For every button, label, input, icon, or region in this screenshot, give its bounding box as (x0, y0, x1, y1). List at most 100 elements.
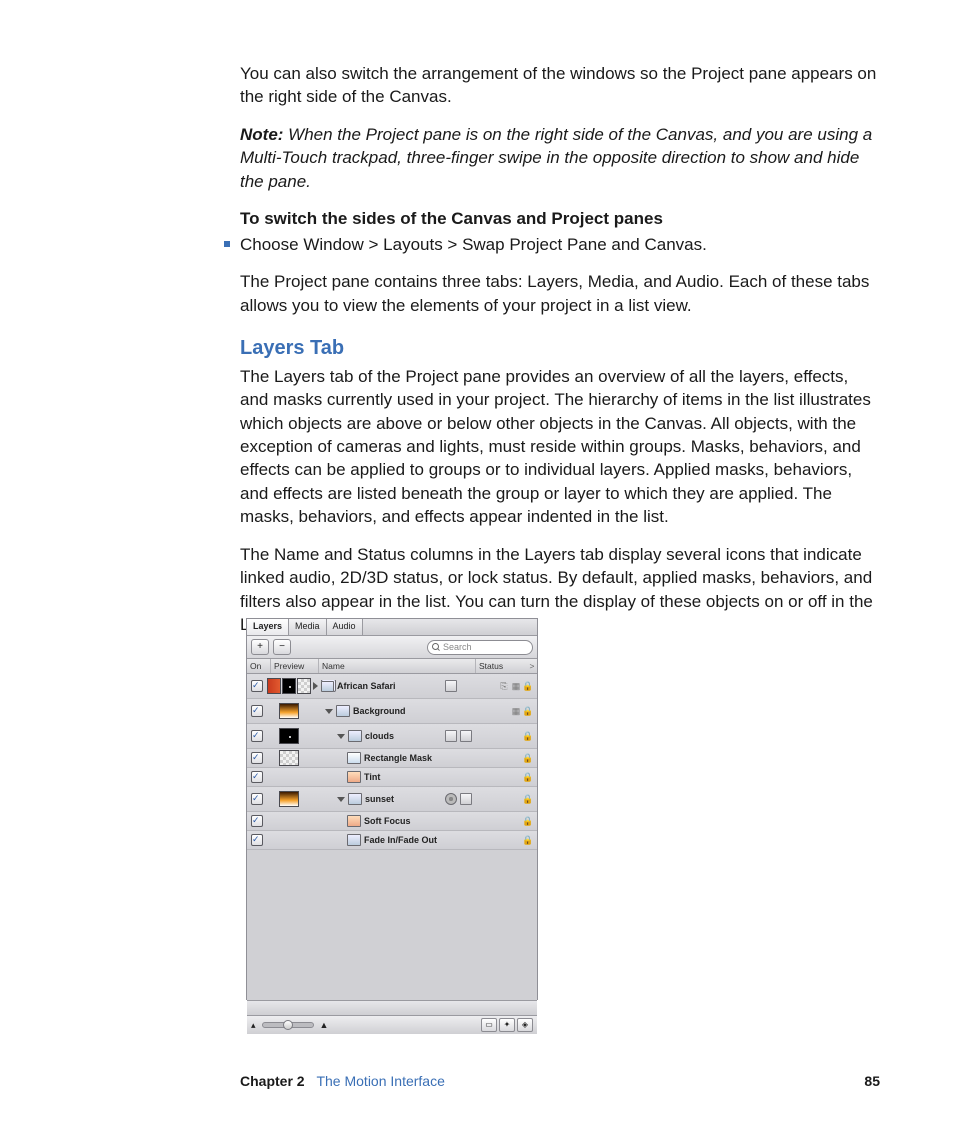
column-on[interactable]: On (247, 659, 271, 673)
chapter-name: The Motion Interface (316, 1073, 444, 1089)
visibility-checkbox[interactable] (251, 771, 263, 783)
lock-status-icon[interactable]: 🔒 (523, 753, 533, 763)
name-cell[interactable]: sunset (311, 793, 445, 805)
visibility-checkbox[interactable] (251, 752, 263, 764)
remove-button[interactable]: − (273, 639, 291, 655)
name-cell[interactable]: African Safari (311, 680, 445, 692)
layer-name-label: sunset (365, 793, 394, 805)
zoom-max-icon: ▲ (320, 1019, 329, 1031)
applied-effects-cell (445, 793, 485, 805)
visibility-checkbox[interactable] (251, 793, 263, 805)
note-label: Note: (240, 125, 283, 144)
preview-thumbnail (267, 678, 281, 694)
lock-status-icon[interactable]: 🔒 (523, 731, 533, 741)
status-cell: ⎘▦🔒 (485, 681, 537, 691)
tab-media[interactable]: Media (289, 619, 327, 635)
layers-list: African Safari⎘▦🔒Background▦🔒clouds🔒Rect… (247, 674, 537, 850)
show-masks-toggle[interactable]: ▭ (481, 1018, 497, 1032)
panel-tabbar: Layers Media Audio (247, 619, 537, 636)
column-status[interactable]: Status (476, 659, 527, 673)
lock-status-icon[interactable]: 🔒 (523, 794, 533, 804)
behavior-indicator-icon (445, 793, 457, 805)
status-cell: 🔒 (485, 794, 537, 804)
layer-row[interactable]: Fade In/Fade Out 🔒 (247, 831, 537, 850)
disclosure-triangle-icon[interactable] (313, 682, 318, 690)
name-cell[interactable]: Fade In/Fade Out (311, 834, 445, 846)
layer-name-label: Tint (364, 771, 380, 783)
column-name[interactable]: Name (319, 659, 476, 673)
name-cell[interactable]: Tint (311, 771, 445, 783)
tab-audio[interactable]: Audio (327, 619, 363, 635)
paragraph: You can also switch the arrangement of t… (240, 62, 880, 109)
visibility-checkbox[interactable] (251, 815, 263, 827)
link-status-icon[interactable]: ⎘ (499, 681, 509, 691)
zoom-min-icon: ▴ (251, 1019, 256, 1031)
horizontal-scrollbar[interactable] (247, 1001, 537, 1016)
column-header-row: On Preview Name Status > (247, 659, 537, 674)
visibility-checkbox[interactable] (251, 680, 263, 692)
panel-bottom-bar: ▴ ▲ ▭ ✦ ◈ (247, 1016, 537, 1034)
disclosure-triangle-icon[interactable] (337, 797, 345, 802)
layer-row[interactable]: sunset 🔒 (247, 787, 537, 812)
layer-name-label: Rectangle Mask (364, 752, 432, 764)
disclosure-triangle-icon[interactable] (337, 734, 345, 739)
preview-cell (267, 678, 311, 694)
visibility-checkbox[interactable] (251, 705, 263, 717)
layer-type-icon (347, 834, 361, 846)
tab-layers[interactable]: Layers (247, 619, 289, 635)
applied-effects-cell (445, 730, 485, 742)
bullet-icon (224, 241, 230, 247)
show-behaviors-toggle[interactable]: ✦ (499, 1018, 515, 1032)
panel-toolbar: + − Search (247, 636, 537, 659)
layer-type-icon (348, 793, 362, 805)
note-paragraph: Note: When the Project pane is on the ri… (240, 123, 880, 193)
preview-thumbnail (297, 678, 311, 694)
lock-status-icon[interactable]: 🔒 (523, 706, 533, 716)
preview-thumbnail (279, 728, 299, 744)
column-preview[interactable]: Preview (271, 659, 319, 673)
layer-type-icon (347, 771, 361, 783)
status-cell: 🔒 (485, 731, 537, 741)
layer-row[interactable]: Background ▦🔒 (247, 699, 537, 724)
show-filters-toggle[interactable]: ◈ (517, 1018, 533, 1032)
page-footer: Chapter 2 The Motion Interface 85 (240, 1072, 880, 1091)
name-cell[interactable]: Soft Focus (311, 815, 445, 827)
preview-cell (267, 791, 311, 807)
overflow-columns-icon[interactable]: > (527, 659, 537, 673)
paragraph: The Layers tab of the Project pane provi… (240, 365, 880, 529)
layer-type-icon (321, 681, 334, 692)
search-input[interactable]: Search (427, 640, 533, 655)
task-step-text: Choose Window > Layouts > Swap Project P… (240, 235, 707, 254)
layer-row[interactable]: Soft Focus 🔒 (247, 812, 537, 831)
layer-row[interactable]: Tint 🔒 (247, 768, 537, 787)
lock-status-icon[interactable]: 🔒 (523, 816, 533, 826)
name-cell[interactable]: Background (311, 705, 445, 717)
name-cell[interactable]: Rectangle Mask (311, 752, 445, 764)
disclosure-triangle-icon[interactable] (325, 709, 333, 714)
effect-indicator-icon (445, 730, 457, 742)
status-cell: 🔒 (485, 753, 537, 763)
2d3d-status-icon[interactable]: ▦ (511, 706, 521, 716)
add-button[interactable]: + (251, 639, 269, 655)
layer-type-icon (336, 705, 350, 717)
layer-name-label: clouds (365, 730, 394, 742)
visibility-checkbox[interactable] (251, 730, 263, 742)
name-cell[interactable]: clouds (311, 730, 445, 742)
thumbnail-size-slider[interactable] (262, 1022, 314, 1028)
status-cell: 🔒 (485, 816, 537, 826)
layer-row[interactable]: Rectangle Mask 🔒 (247, 749, 537, 768)
visibility-checkbox[interactable] (251, 834, 263, 846)
page-number: 85 (864, 1072, 880, 1091)
preview-thumbnail (279, 703, 299, 719)
layer-row[interactable]: African Safari ⎘▦🔒 (247, 674, 537, 699)
lock-status-icon[interactable]: 🔒 (523, 835, 533, 845)
layer-row[interactable]: clouds 🔒 (247, 724, 537, 749)
lock-status-icon[interactable]: 🔒 (523, 772, 533, 782)
task-heading: To switch the sides of the Canvas and Pr… (240, 207, 880, 230)
section-heading: Layers Tab (240, 335, 880, 363)
lock-status-icon[interactable]: 🔒 (523, 681, 533, 691)
2d3d-status-icon[interactable]: ▦ (511, 681, 521, 691)
status-cell: ▦🔒 (485, 706, 537, 716)
preview-thumbnail (279, 791, 299, 807)
layer-type-icon (348, 730, 362, 742)
